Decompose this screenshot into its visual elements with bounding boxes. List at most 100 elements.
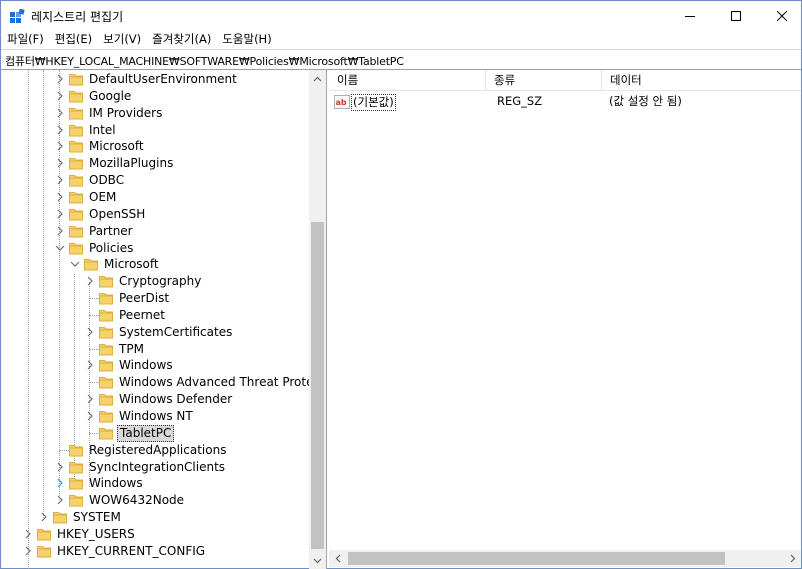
- tree-guide-line: [43, 70, 44, 520]
- chevron-right-icon[interactable]: [39, 512, 49, 522]
- value-type: REG_SZ: [497, 94, 543, 108]
- registry-editor-icon: [10, 9, 25, 23]
- chevron-right-icon[interactable]: [55, 108, 65, 118]
- tree-connector: [89, 433, 99, 434]
- chevron-right-icon[interactable]: [55, 158, 65, 168]
- maximize-icon: [731, 11, 741, 21]
- folder-icon: [69, 125, 83, 137]
- scroll-left-button[interactable]: [329, 550, 346, 567]
- address-bar[interactable]: 컴퓨터₩HKEY_LOCAL_MACHINE₩SOFTWARE₩Policies…: [1, 49, 801, 70]
- tree-scroll-thumb[interactable]: [311, 222, 324, 549]
- tree-node-label: HKEY_USERS: [57, 527, 135, 541]
- chevron-right-icon[interactable]: [85, 327, 95, 337]
- key-tree-pane: DefaultUserEnvironment Google IM Providers…: [1, 70, 327, 569]
- chevron-up-icon: [313, 76, 322, 81]
- chevron-right-icon[interactable]: [23, 546, 33, 556]
- chevron-right-icon[interactable]: [55, 462, 65, 472]
- tree-node-label: TPM: [119, 342, 144, 356]
- folder-icon: [69, 495, 83, 507]
- tree-node-label: ODBC: [89, 173, 125, 187]
- tree-node-label: SYSTEM: [73, 510, 121, 524]
- folder-icon: [99, 394, 113, 406]
- folder-icon: [99, 293, 113, 305]
- menu-file[interactable]: 파일(F): [1, 31, 49, 49]
- chevron-right-icon[interactable]: [55, 192, 65, 202]
- folder-icon: [69, 478, 83, 490]
- minimize-button[interactable]: [667, 1, 713, 31]
- chevron-right-icon[interactable]: [85, 394, 95, 404]
- menu-help[interactable]: 도움말(H): [216, 31, 276, 49]
- scroll-right-button[interactable]: [784, 550, 801, 567]
- chevron-right-icon: [790, 554, 795, 563]
- folder-icon: [99, 327, 113, 339]
- folder-icon: [69, 91, 83, 103]
- tree-node-label: Partner: [89, 224, 133, 238]
- folder-icon: [69, 226, 83, 238]
- chevron-right-icon[interactable]: [55, 495, 65, 505]
- chevron-right-icon[interactable]: [85, 360, 95, 370]
- chevron-left-icon: [335, 554, 340, 563]
- tree-connector: [89, 382, 99, 383]
- tree-connector: [59, 450, 69, 451]
- chevron-right-icon[interactable]: [55, 226, 65, 236]
- chevron-right-icon[interactable]: [55, 175, 65, 185]
- tree-node-label: Windows: [119, 358, 173, 372]
- folder-icon: [69, 462, 83, 474]
- tree-node-label: HKEY_CURRENT_CONFIG: [57, 544, 206, 558]
- registry-editor-window: 레지스트리 편집기 파일(F) 편집(E) 보기(V) 즐겨찾기(A) 도움말(…: [0, 0, 802, 569]
- svg-text:ab: ab: [336, 98, 347, 107]
- minimize-icon: [685, 16, 695, 17]
- menu-view[interactable]: 보기(V): [97, 31, 146, 49]
- value-name[interactable]: (기본값): [351, 94, 396, 111]
- chevron-right-icon[interactable]: [55, 478, 65, 488]
- folder-icon: [69, 141, 83, 153]
- column-header-data[interactable]: 데이터: [602, 70, 801, 91]
- tree-node-label: SyncIntegrationClients: [89, 460, 226, 474]
- tree-node-label: DefaultUserEnvironment: [89, 72, 237, 86]
- folder-icon: [99, 276, 113, 288]
- folder-icon: [84, 259, 98, 271]
- menu-favorites[interactable]: 즐겨찾기(A): [146, 31, 216, 49]
- address-path[interactable]: 컴퓨터₩HKEY_LOCAL_MACHINE₩SOFTWARE₩Policies…: [5, 53, 404, 69]
- tree-connector: [89, 349, 99, 350]
- chevron-right-icon[interactable]: [85, 411, 95, 421]
- title-bar[interactable]: 레지스트리 편집기: [1, 1, 801, 31]
- chevron-down-icon[interactable]: [55, 243, 65, 253]
- tree-node-label: RegisteredApplications: [89, 443, 227, 457]
- chevron-right-icon[interactable]: [55, 209, 65, 219]
- value-row[interactable]: ab (기본값) REG_SZ (값 설정 안 됨): [329, 93, 801, 111]
- list-horizontal-scrollbar[interactable]: [329, 550, 801, 567]
- folder-icon: [37, 546, 51, 558]
- menu-edit[interactable]: 편집(E): [49, 31, 97, 49]
- chevron-right-icon[interactable]: [55, 91, 65, 101]
- chevron-right-icon[interactable]: [23, 529, 33, 539]
- chevron-right-icon[interactable]: [55, 125, 65, 135]
- folder-icon: [69, 74, 83, 86]
- folder-icon: [99, 360, 113, 372]
- tree-node-label: SystemCertificates: [119, 325, 233, 339]
- tree-vertical-scrollbar[interactable]: [309, 70, 326, 569]
- tree-node-label: Peernet: [119, 308, 165, 322]
- scroll-down-button[interactable]: [309, 552, 326, 569]
- list-scroll-thumb[interactable]: [348, 552, 725, 565]
- column-header-type[interactable]: 종류: [486, 70, 602, 91]
- folder-icon: [69, 108, 83, 120]
- chevron-right-icon[interactable]: [55, 74, 65, 84]
- close-icon: [777, 11, 787, 21]
- maximize-button[interactable]: [713, 1, 759, 31]
- folder-icon: [69, 445, 83, 457]
- values-list-pane: 이름 종류 데이터 ab (기본값) REG_SZ (값 설정 안 됨): [329, 70, 801, 569]
- tree-node-label: OEM: [89, 190, 117, 204]
- chevron-down-icon[interactable]: [70, 259, 80, 269]
- folder-icon: [53, 512, 67, 524]
- tree-node-label: Windows Advanced Threat Protection: [119, 375, 327, 389]
- tree-node-label: MozillaPlugins: [89, 156, 174, 170]
- chevron-right-icon[interactable]: [85, 276, 95, 286]
- folder-icon: [69, 243, 83, 255]
- close-button[interactable]: [759, 1, 802, 31]
- folder-icon: [69, 209, 83, 221]
- scroll-up-button[interactable]: [309, 70, 326, 87]
- folder-icon: [99, 344, 113, 356]
- column-header-name[interactable]: 이름: [329, 70, 486, 91]
- chevron-right-icon[interactable]: [55, 141, 65, 151]
